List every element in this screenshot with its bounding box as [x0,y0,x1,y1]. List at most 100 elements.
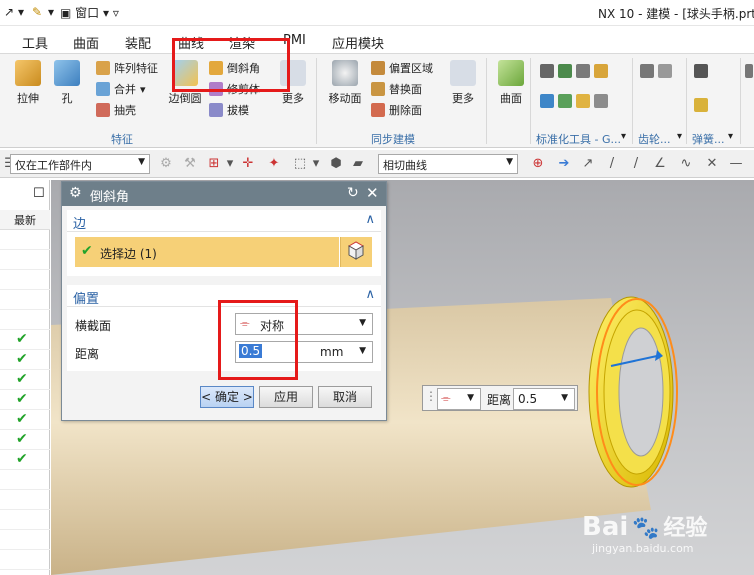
tool-icon[interactable] [576,64,590,78]
close-icon[interactable]: ✕ [366,184,379,202]
select-edge-button[interactable] [340,237,372,267]
table-row[interactable]: ✔ [0,410,50,430]
table-row[interactable]: ✔ [0,430,50,450]
window-menu-arrow-icon: ▾ ▿ [103,6,119,20]
line-icon[interactable]: ↗ [580,156,596,172]
ribbon-separator [632,58,633,144]
gear-tool-icon[interactable] [640,64,654,78]
gear-tool-icon[interactable] [658,64,672,78]
dialog-title-bar[interactable]: ⚙ 倒斜角 ↻ ✕ [62,182,386,206]
intersection-icon[interactable]: ✦ [266,156,282,172]
tool-icon[interactable] [540,64,554,78]
shell-icon [96,103,110,117]
table-row[interactable] [0,550,50,570]
table-row[interactable] [0,530,50,550]
maximize-icon[interactable]: ☐ [33,186,45,201]
arrow-right-icon[interactable]: ➔ [556,156,572,172]
check-icon: ✔ [16,371,28,387]
dialog-title: 倒斜角 [90,190,130,205]
line-icon[interactable]: — [728,156,744,172]
line-icon[interactable]: / [604,156,620,172]
table-row[interactable] [0,310,50,330]
extrude-button[interactable]: 拉伸 [10,60,46,106]
quick-access-dropdown-icon[interactable]: ▾ [18,5,24,19]
table-row[interactable]: ✔ [0,450,50,470]
spring-icon[interactable] [694,98,708,112]
sync-more-button[interactable]: 更多 [448,60,478,106]
table-row[interactable]: ✔ [0,370,50,390]
surface-button[interactable]: 曲面 [494,60,528,106]
drag-handle-icon[interactable]: ⋮ [425,389,437,403]
quick-access-arrow-icon[interactable]: ↗ [4,5,14,19]
unite-dropdown-icon[interactable]: ▾ [140,83,146,96]
redo-icon[interactable]: ✎ [32,5,42,19]
snap-dropdown-icon[interactable]: ▾ [222,156,238,172]
draft-button[interactable]: 拔模 [209,102,249,118]
curve-icon[interactable]: ∿ [678,156,694,172]
ribbon-separator [740,58,741,144]
standard-tools-dropdown-icon[interactable]: ▾ [621,131,626,142]
gear-dropdown-icon[interactable]: ▾ [677,131,682,142]
select-all-icon[interactable]: ⚒ [182,156,198,172]
table-row[interactable] [0,250,50,270]
table-row[interactable] [0,230,50,250]
gear-icon[interactable]: ⚙ [69,185,82,201]
collapse-icon: ∧ [365,212,375,227]
unite-button[interactable]: 合并 ▾ [96,81,146,97]
snap-point-icon[interactable]: ⊞ [206,156,222,172]
screen-distance-input[interactable]: 0.5 ▼ [513,388,575,410]
tab-application[interactable]: 应用模块 [332,33,384,52]
apply-button[interactable]: 应用 [259,386,313,408]
body-select-icon[interactable]: ⬢ [328,156,344,172]
overflow-tool[interactable] [745,64,753,78]
select-edge-row[interactable]: ✔ 选择边 (1) [75,237,339,267]
offset-region-icon [371,61,385,75]
tab-assembly[interactable]: 装配 [125,33,151,52]
rectangle-select-icon[interactable]: ⬚ [292,156,308,172]
table-row[interactable] [0,470,50,490]
tool-icon[interactable] [594,64,608,78]
follow-icon[interactable]: ⊕ [530,156,546,172]
quick-access-more-icon[interactable]: ▾ [48,5,54,19]
selection-scope-dropdown[interactable]: 仅在工作部件内 ▼ [10,154,150,174]
tool-icon[interactable] [558,64,572,78]
point-snap-icon[interactable]: ✛ [240,156,256,172]
tool-icon[interactable] [558,94,572,108]
tab-tools[interactable]: 工具 [22,33,48,52]
delete-face-button[interactable]: 删除面 [371,102,422,118]
table-row[interactable] [0,290,50,310]
rectangle-dropdown-icon[interactable]: ▾ [308,156,324,172]
table-row[interactable] [0,270,50,290]
table-row[interactable]: ✔ [0,350,50,370]
ok-button[interactable]: < 确定 > [200,386,254,408]
part-navigator: ☐ 最新 ✔ ✔ ✔ ✔ ✔ ✔ ✔ [0,180,50,575]
reset-icon[interactable]: ↻ [347,185,359,201]
replace-face-button[interactable]: 替换面 [371,81,422,97]
window-menu[interactable]: ▣ 窗口 ▾ ▿ [60,4,119,21]
tool-icon[interactable] [540,94,554,108]
face-select-icon[interactable]: ▰ [350,156,366,172]
table-row[interactable]: ✔ [0,390,50,410]
cross-icon[interactable]: ✕ [704,156,720,172]
screen-cross-section-dropdown[interactable]: ⌯ ▼ [437,388,481,410]
pattern-feature-button[interactable]: 阵列特征 [96,60,158,76]
tool-icon[interactable] [576,94,590,108]
angle-icon[interactable]: ∠ [652,156,668,172]
filter-icon[interactable]: ⚙ [158,156,174,172]
cancel-button[interactable]: 取消 [318,386,372,408]
tab-surface[interactable]: 曲面 [73,33,99,52]
offset-region-button[interactable]: 偏置区域 [371,60,433,76]
table-row[interactable] [0,510,50,530]
hole-button[interactable]: 孔 [52,60,82,106]
curve-rule-dropdown[interactable]: 相切曲线 ▼ [378,154,518,174]
table-row[interactable] [0,490,50,510]
line-icon[interactable]: / [628,156,644,172]
shell-button[interactable]: 抽壳 [96,102,136,118]
spring-dropdown-icon[interactable]: ▾ [728,131,733,142]
tool-icon[interactable] [594,94,608,108]
spring-icon[interactable] [694,64,708,78]
table-row[interactable]: ✔ [0,330,50,350]
edge-section-header[interactable]: 边 ∧ [67,210,381,232]
move-face-button[interactable]: 移动面 [326,60,364,106]
nav-column-header[interactable]: 最新 [0,210,50,230]
